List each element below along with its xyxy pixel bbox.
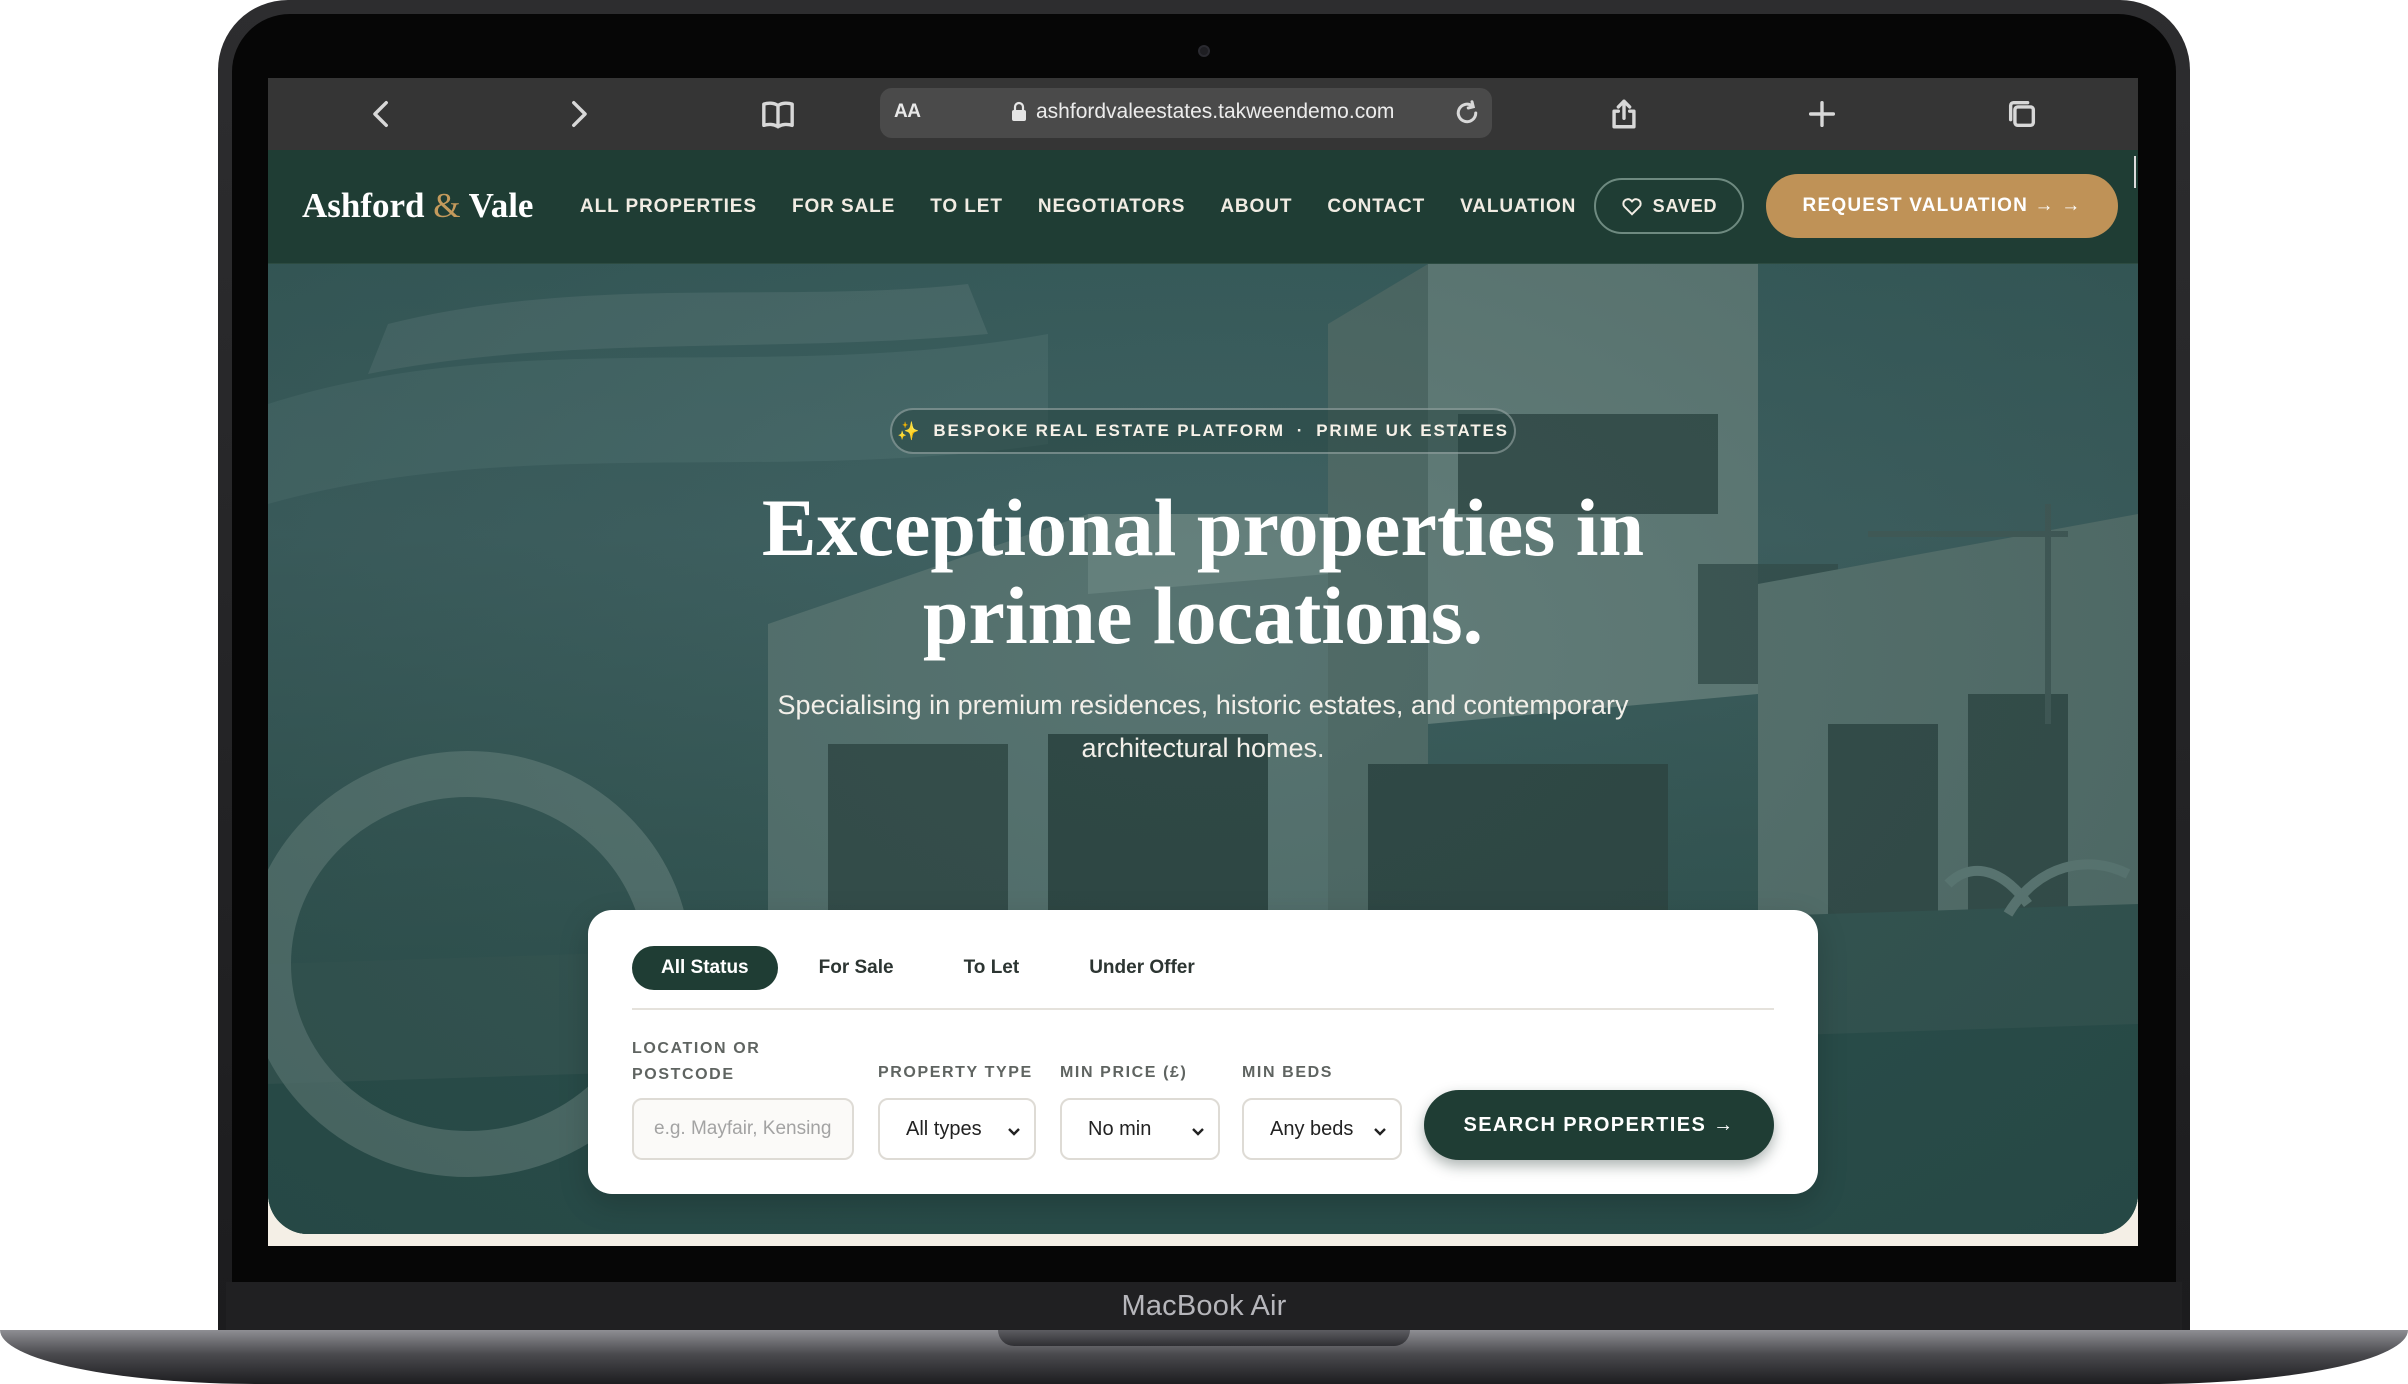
location-label-line-2: POSTCODE	[632, 1066, 735, 1083]
text-size-button[interactable]: AA	[894, 101, 921, 123]
property-type-label: PROPERTY TYPE	[878, 1064, 1033, 1081]
tab-to-let[interactable]: To Let	[935, 946, 1049, 990]
url-text: ashfordvaleestates.takweendemo.com	[1036, 100, 1395, 123]
laptop-hinge-notch	[998, 1330, 1410, 1346]
property-type-select[interactable]: All types	[878, 1098, 1036, 1160]
nav-contact[interactable]: CONTACT	[1327, 196, 1425, 218]
chevron-right-icon[interactable]	[560, 96, 596, 132]
location-input[interactable]: e.g. Mayfair, Kensing	[632, 1098, 854, 1160]
site-logo[interactable]: Ashford & Vale	[302, 186, 533, 226]
property-search-card: All Status For Sale To Let Under Offer L…	[588, 910, 1818, 1194]
status-tabs: All Status For Sale To Let Under Offer	[632, 946, 1236, 990]
lock-icon	[1010, 101, 1028, 128]
nav-to-let[interactable]: TO LET	[930, 196, 1003, 218]
tab-under-offer[interactable]: Under Offer	[1060, 946, 1224, 990]
hero-title-line-1: Exceptional properties in	[761, 482, 1645, 573]
hero-section: ✨ BESPOKE REAL ESTATE PLATFORM · PRIME U…	[268, 264, 2138, 1234]
logo-first: Ashford	[302, 186, 425, 225]
hero-title: Exceptional properties in prime location…	[603, 484, 1803, 660]
logo-last: Vale	[468, 186, 534, 225]
chevron-left-icon[interactable]	[364, 96, 400, 132]
chevron-down-icon	[1190, 1122, 1206, 1145]
device-label: MacBook Air	[1121, 1289, 1287, 1322]
request-valuation-button[interactable]: REQUEST VALUATION → →	[1766, 174, 2118, 238]
plus-icon[interactable]	[1804, 96, 1840, 132]
nav-negotiators[interactable]: NEGOTIATORS	[1038, 196, 1185, 218]
heart-icon	[1622, 198, 1642, 216]
nav-for-sale[interactable]: FOR SALE	[792, 196, 895, 218]
min-price-select[interactable]: No min	[1060, 1098, 1220, 1160]
badge-text-left: BESPOKE REAL ESTATE PLATFORM	[933, 421, 1285, 440]
chevron-down-icon	[1372, 1122, 1388, 1145]
hero-subtitle: Specialising in premium residences, hist…	[777, 690, 1629, 763]
min-beds-select[interactable]: Any beds	[1242, 1098, 1402, 1160]
scrollbar-indicator	[2134, 156, 2136, 188]
laptop-chin: MacBook Air	[226, 1282, 2182, 1330]
min-beds-value: Any beds	[1270, 1117, 1354, 1140]
reload-icon[interactable]	[1452, 98, 1482, 133]
sparkle-icon: ✨	[897, 420, 922, 441]
nav-all-properties[interactable]: ALL PROPERTIES	[580, 196, 757, 218]
tab-all-status[interactable]: All Status	[632, 946, 778, 990]
browser-toolbar: AA ashfordvaleestates.takweendemo.com	[268, 78, 2138, 150]
saved-button[interactable]: SAVED	[1594, 178, 1744, 234]
nav-valuation[interactable]: VALUATION	[1460, 196, 1576, 218]
property-type-value: All types	[906, 1117, 982, 1140]
nav-about[interactable]: ABOUT	[1220, 196, 1292, 218]
tabs-icon[interactable]	[2004, 96, 2040, 132]
location-label-line-1: LOCATION OR	[632, 1040, 761, 1057]
logo-ampersand: &	[433, 186, 461, 225]
book-icon[interactable]	[760, 96, 796, 132]
badge-separator: ·	[1296, 421, 1305, 440]
address-bar[interactable]: AA ashfordvaleestates.takweendemo.com	[880, 88, 1492, 138]
share-icon[interactable]	[1606, 96, 1642, 132]
saved-label: SAVED	[1652, 195, 1718, 216]
badge-text-right: PRIME UK ESTATES	[1316, 421, 1509, 440]
location-label: LOCATION OR POSTCODE	[632, 1036, 760, 1088]
min-beds-label: MIN BEDS	[1242, 1064, 1334, 1081]
hero-badge: ✨ BESPOKE REAL ESTATE PLATFORM · PRIME U…	[890, 408, 1516, 454]
tab-for-sale[interactable]: For Sale	[790, 946, 923, 990]
tabs-divider	[632, 1008, 1774, 1010]
hero-title-line-2: prime locations.	[922, 570, 1484, 661]
chevron-down-icon	[1006, 1122, 1022, 1145]
min-price-value: No min	[1088, 1117, 1152, 1140]
camera-icon	[1198, 45, 1210, 57]
min-price-label: MIN PRICE (£)	[1060, 1064, 1188, 1081]
main-nav: ALL PROPERTIES FOR SALE TO LET NEGOTIATO…	[580, 196, 1611, 218]
site-header: Ashford & Vale ALL PROPERTIES FOR SALE T…	[268, 150, 2138, 264]
screen: AA ashfordvaleestates.takweendemo.com As…	[268, 78, 2138, 1246]
search-properties-button[interactable]: SEARCH PROPERTIES →	[1424, 1090, 1774, 1160]
